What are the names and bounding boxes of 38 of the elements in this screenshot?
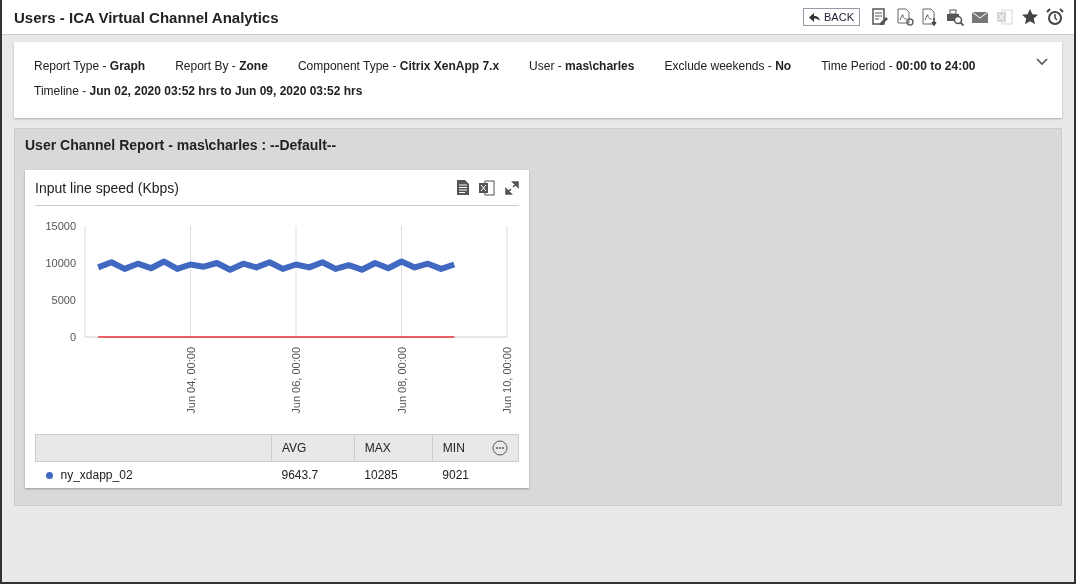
table-cell: 9021 <box>432 461 519 486</box>
table-cell: 9643.7 <box>271 461 355 486</box>
pdf-link-icon[interactable] <box>896 8 914 26</box>
chart-title: Input line speed (Kbps) <box>35 179 180 196</box>
y-tick-label: 0 <box>69 331 76 343</box>
back-arrow-icon <box>809 12 821 22</box>
filter-text: Timeline - Jun 02, 2020 03:52 hrs to Jun 09, 2020 03:52 hrs <box>34 84 363 98</box>
document-icon[interactable] <box>457 180 469 195</box>
column-header: AVG <box>271 434 355 462</box>
back-button[interactable]: BACK <box>803 8 860 26</box>
column-header: MAX <box>354 434 433 462</box>
x-tick-label: Jun 04, 00:00 <box>184 347 197 414</box>
y-tick-label: 10000 <box>45 257 76 269</box>
chevron-down-icon[interactable] <box>1036 58 1048 66</box>
filter-text: Report By - Zone <box>175 59 268 73</box>
table-cell: 10285 <box>354 461 433 486</box>
report-title: User Channel Report - mas\charles : --Default-- <box>25 137 338 153</box>
more-icon[interactable] <box>492 440 508 456</box>
excel-icon[interactable] <box>479 179 495 196</box>
star-icon[interactable] <box>1021 8 1039 26</box>
y-tick-label: 15000 <box>45 220 76 232</box>
filter-text: Time Period - 00:00 to 24:00 <box>821 59 976 73</box>
pdf-download-icon[interactable] <box>921 8 939 26</box>
filter-text: User - mas\charles <box>529 59 635 73</box>
alarm-icon[interactable] <box>1046 8 1064 26</box>
window-title: Users - ICA Virtual Channel Analytics <box>14 8 280 26</box>
filter-text: Exclude weekends - No <box>664 59 792 73</box>
print-preview-icon[interactable] <box>946 8 964 26</box>
expand-icon[interactable] <box>505 180 519 195</box>
y-tick-label: 5000 <box>51 294 76 306</box>
filter-text: Component Type - Citrix XenApp 7.x <box>297 59 500 73</box>
series-name: ny_xdapp_02 <box>60 468 133 482</box>
x-tick-label: Jun 06, 00:00 <box>290 347 302 414</box>
edit-report-icon[interactable] <box>871 8 889 26</box>
x-tick-label: Jun 08, 00:00 <box>395 347 408 414</box>
column-header: MIN <box>432 434 519 462</box>
x-tick-label: Jun 10, 00:00 <box>501 347 513 414</box>
filter-text: Report Type - Graph <box>34 59 146 73</box>
